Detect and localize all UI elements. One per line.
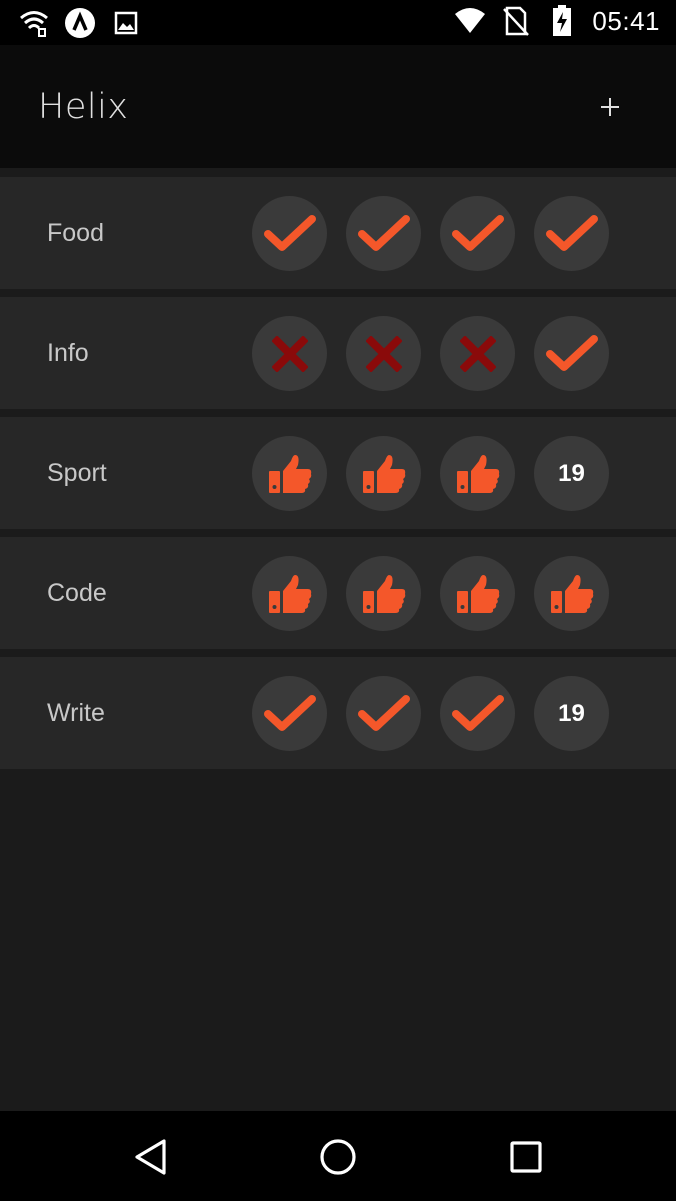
- home-icon: [320, 1139, 356, 1175]
- checkmark-toggle[interactable]: [346, 556, 421, 631]
- add-habit-button[interactable]: [588, 75, 632, 139]
- thumbs-up-icon: [362, 454, 405, 493]
- checkmark-count[interactable]: 19: [534, 676, 609, 751]
- checkmark-toggle[interactable]: [440, 556, 515, 631]
- habit-name[interactable]: Food: [47, 177, 104, 289]
- navigation-bar: [0, 1111, 676, 1201]
- checkmark-toggle[interactable]: [252, 316, 327, 391]
- checkmark-icon: [545, 214, 598, 251]
- habit-row: Food: [0, 177, 676, 289]
- checkmark-toggle[interactable]: [440, 196, 515, 271]
- habit-row: Info: [0, 297, 676, 409]
- count-value: 19: [558, 459, 585, 487]
- thumbs-up-icon: [362, 574, 405, 613]
- battery-charging-icon: [546, 5, 578, 37]
- checkmark-toggle[interactable]: [252, 436, 327, 511]
- habit-row: Sport 19: [0, 417, 676, 529]
- checkmark-count[interactable]: 19: [534, 436, 609, 511]
- recents-icon: [510, 1141, 542, 1173]
- checkmark-toggle[interactable]: [440, 676, 515, 751]
- plus-icon: [601, 98, 619, 116]
- app-title: Helix: [38, 87, 129, 127]
- image-icon: [110, 7, 142, 39]
- checkmark-toggle[interactable]: [346, 436, 421, 511]
- home-button[interactable]: [310, 1129, 366, 1185]
- back-button[interactable]: [123, 1129, 179, 1185]
- habit-list: Food Info Sport 19 Code Write 19: [0, 177, 676, 777]
- habit-name[interactable]: Sport: [47, 417, 107, 529]
- back-icon: [135, 1139, 166, 1175]
- habit-row: Write 19: [0, 657, 676, 769]
- checkmark-toggle[interactable]: [440, 436, 515, 511]
- checkmark-icon: [357, 214, 410, 251]
- checkmark-icon: [263, 214, 316, 251]
- thumbs-up-icon: [550, 574, 593, 613]
- cross-icon: [365, 335, 402, 372]
- habit-name[interactable]: Info: [47, 297, 89, 409]
- checkmark-toggle[interactable]: [534, 196, 609, 271]
- checkmark-toggle[interactable]: [440, 316, 515, 391]
- checkmark-toggle[interactable]: [252, 196, 327, 271]
- checkmark-toggle[interactable]: [346, 676, 421, 751]
- wifi-icon: [454, 5, 486, 37]
- checkmark-icon: [263, 694, 316, 731]
- count-value: 19: [558, 699, 585, 727]
- status-bar: 05:41: [0, 0, 676, 45]
- cross-icon: [459, 335, 496, 372]
- app-launcher-icon: [64, 7, 96, 39]
- habit-name[interactable]: Write: [47, 657, 105, 769]
- app-bar: Helix: [0, 45, 676, 168]
- checkmark-toggle[interactable]: [534, 556, 609, 631]
- checkmark-toggle[interactable]: [346, 316, 421, 391]
- checkmark-icon: [451, 214, 504, 251]
- recents-button[interactable]: [498, 1129, 554, 1185]
- checkmark-toggle[interactable]: [252, 556, 327, 631]
- checkmark-icon: [451, 694, 504, 731]
- checkmark-icon: [545, 334, 598, 371]
- thumbs-up-icon: [456, 454, 499, 493]
- checkmark-toggle[interactable]: [252, 676, 327, 751]
- habit-row: Code: [0, 537, 676, 649]
- clock: 05:41: [592, 5, 660, 36]
- habit-name[interactable]: Code: [47, 537, 107, 649]
- checkmark-toggle[interactable]: [346, 196, 421, 271]
- wifi-question-icon: [18, 7, 50, 39]
- thumbs-up-icon: [456, 574, 499, 613]
- cross-icon: [271, 335, 308, 372]
- checkmark-toggle[interactable]: [534, 316, 609, 391]
- thumbs-up-icon: [268, 574, 311, 613]
- checkmark-icon: [357, 694, 410, 731]
- thumbs-up-icon: [268, 454, 311, 493]
- no-sim-icon: [500, 5, 532, 37]
